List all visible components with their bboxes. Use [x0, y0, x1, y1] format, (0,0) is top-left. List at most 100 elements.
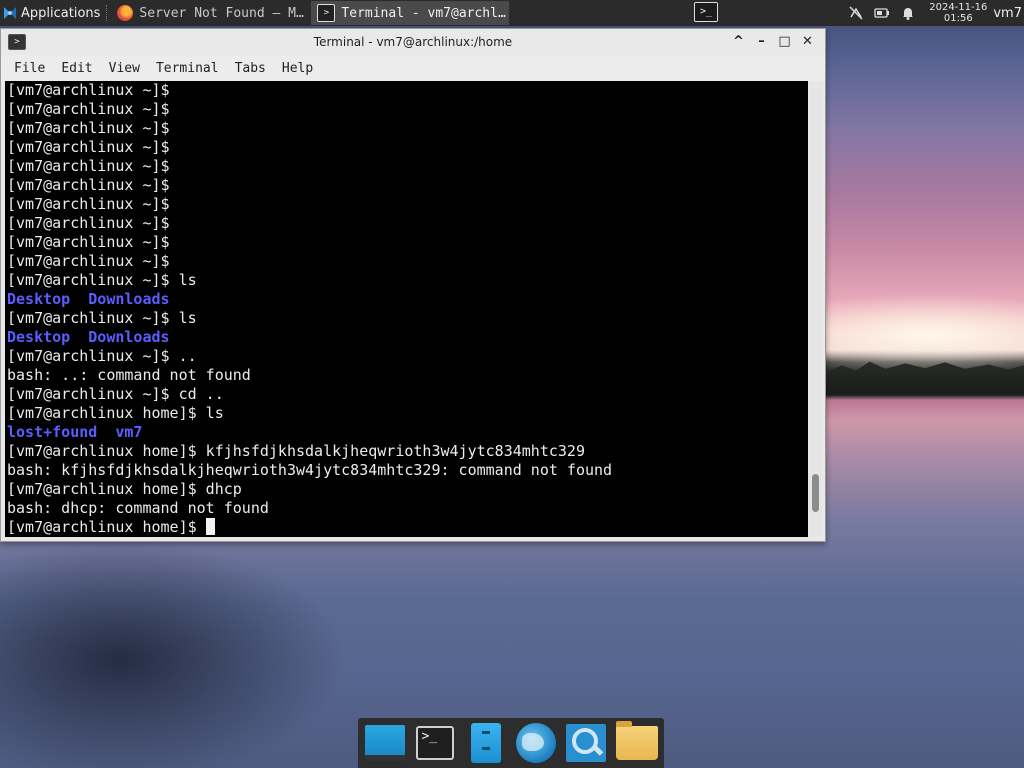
dock-folder[interactable]	[615, 721, 659, 765]
terminal-launcher-button[interactable]: >_	[692, 1, 720, 23]
directory-name: Downloads	[88, 290, 170, 308]
terminal-line: [vm7@archlinux ~]$	[7, 119, 808, 138]
task-label: Server Not Found — M…	[139, 5, 304, 21]
directory-name: Downloads	[88, 328, 170, 346]
terminal-line: [vm7@archlinux ~]$ cd ..	[7, 385, 808, 404]
app-finder-icon	[566, 724, 607, 762]
terminal-text: [vm7@archlinux home]$ ls	[7, 404, 224, 422]
terminal-line: lost+found vm7	[7, 423, 808, 442]
dock-show-desktop[interactable]	[363, 721, 407, 765]
terminal-text: [vm7@archlinux ~]$	[7, 233, 179, 251]
terminal-icon: >	[317, 4, 336, 22]
terminal-line: bash: kfjhsfdjkhsdalkjheqwrioth3w4jytc83…	[7, 461, 808, 480]
terminal-output[interactable]: [vm7@archlinux ~]$ [vm7@archlinux ~]$ [v…	[5, 81, 808, 537]
show-desktop-icon	[365, 725, 406, 761]
folder-icon	[615, 721, 658, 760]
top-panel: Applications Server Not Found — M… > Ter…	[0, 0, 1024, 26]
terminal-window: > Terminal - vm7@archlinux:/home ^ – □ ✕…	[0, 28, 826, 542]
dock-file-manager[interactable]	[464, 721, 508, 765]
clock-date: 2024-11-16	[929, 2, 988, 13]
terminal-scrollbar[interactable]	[809, 81, 823, 537]
dock: >_	[358, 718, 664, 768]
menu-bar: File Edit View Terminal Tabs Help	[1, 55, 825, 81]
directory-name: vm7	[115, 423, 143, 441]
terminal-text: [vm7@archlinux ~]$	[7, 252, 179, 270]
terminal-line: [vm7@archlinux ~]$ ls	[7, 309, 808, 328]
directory-name: Desktop	[7, 328, 71, 346]
scrollbar-thumb[interactable]	[812, 474, 819, 512]
menu-tabs[interactable]: Tabs	[227, 61, 274, 76]
terminal-line: [vm7@archlinux ~]$	[7, 214, 808, 233]
terminal-icon: >_	[416, 726, 455, 760]
user-menu[interactable]: vm7	[993, 6, 1022, 21]
clock-time: 01:56	[943, 13, 973, 24]
applications-label: Applications	[21, 5, 101, 21]
menu-file[interactable]: File	[6, 61, 53, 76]
wallpaper-reflection	[0, 540, 420, 768]
dock-terminal[interactable]: >_	[413, 721, 457, 765]
window-titlebar[interactable]: > Terminal - vm7@archlinux:/home ^ – □ ✕	[1, 29, 825, 55]
terminal-lines: [vm7@archlinux ~]$ [vm7@archlinux ~]$ [v…	[5, 81, 808, 537]
dock-app-finder[interactable]	[564, 721, 608, 765]
terminal-line: bash: dhcp: command not found	[7, 499, 808, 518]
terminal-text: [vm7@archlinux ~]$	[7, 100, 179, 118]
terminal-line: [vm7@archlinux ~]$	[7, 195, 808, 214]
terminal-line: [vm7@archlinux ~]$	[7, 100, 808, 119]
terminal-line: [vm7@archlinux ~]$	[7, 138, 808, 157]
terminal-text: [vm7@archlinux ~]$	[7, 214, 179, 232]
terminal-line: [vm7@archlinux home]$ kfjhsfdjkhsdalkjhe…	[7, 442, 808, 461]
terminal-text: [vm7@archlinux ~]$ ..	[7, 347, 197, 365]
window-title: Terminal - vm7@archlinux:/home	[313, 35, 513, 49]
directory-name: lost+found	[7, 423, 98, 441]
terminal-line: [vm7@archlinux home]$	[7, 518, 808, 537]
terminal-text: [vm7@archlinux ~]$	[7, 176, 179, 194]
terminal-line: [vm7@archlinux home]$ dhcp	[7, 480, 808, 499]
task-label: Terminal - vm7@archl…	[341, 5, 506, 21]
terminal-line: [vm7@archlinux ~]$	[7, 233, 808, 252]
close-button[interactable]: ✕	[796, 32, 819, 52]
clock[interactable]: 2024-11-16 01:56	[929, 2, 987, 24]
terminal-text: [vm7@archlinux home]$ dhcp	[7, 480, 242, 498]
terminal-line: [vm7@archlinux ~]$	[7, 252, 808, 271]
menu-help[interactable]: Help	[274, 61, 321, 76]
terminal-text: [vm7@archlinux ~]$	[7, 157, 179, 175]
terminal-text: [vm7@archlinux ~]$ cd ..	[7, 385, 224, 403]
window-controls: ^ – □ ✕	[727, 32, 819, 52]
terminal-line: [vm7@archlinux ~]$ ls	[7, 271, 808, 290]
battery-icon[interactable]	[874, 5, 890, 21]
terminal-line: Desktop Downloads	[7, 328, 808, 347]
dock-web-browser[interactable]	[514, 721, 558, 765]
terminal-text: [vm7@archlinux ~]$	[7, 119, 179, 137]
shade-button[interactable]: ^	[727, 32, 750, 52]
menu-view[interactable]: View	[101, 61, 148, 76]
terminal-text: bash: kfjhsfdjkhsdalkjheqwrioth3w4jytc83…	[7, 461, 613, 479]
firefox-icon	[117, 5, 134, 21]
minimize-button[interactable]: –	[750, 32, 773, 52]
task-terminal[interactable]: > Terminal - vm7@archl…	[311, 1, 510, 25]
terminal-text: bash: ..: command not found	[7, 366, 251, 384]
web-browser-icon	[516, 723, 557, 763]
maximize-button[interactable]: □	[773, 32, 796, 52]
terminal-line: Desktop Downloads	[7, 290, 808, 309]
applications-icon	[4, 7, 16, 19]
terminal-cursor	[205, 518, 215, 535]
terminal-text: bash: dhcp: command not found	[7, 499, 269, 517]
terminal-text: [vm7@archlinux ~]$	[7, 138, 179, 156]
menu-terminal[interactable]: Terminal	[148, 61, 227, 76]
notification-bell-icon[interactable]	[900, 5, 916, 21]
terminal-line: [vm7@archlinux ~]$	[7, 81, 808, 100]
task-firefox[interactable]: Server Not Found — M…	[111, 1, 311, 25]
terminal-icon: >_	[694, 2, 718, 22]
network-disconnected-icon[interactable]	[848, 5, 864, 21]
terminal-line: [vm7@archlinux ~]$ ..	[7, 347, 808, 366]
terminal-line: [vm7@archlinux ~]$	[7, 176, 808, 195]
terminal-text: [vm7@archlinux ~]$	[7, 81, 179, 99]
terminal-text: [vm7@archlinux ~]$ ls	[7, 309, 197, 327]
panel-separator	[106, 5, 109, 21]
menu-edit[interactable]: Edit	[53, 61, 100, 76]
terminal-text: [vm7@archlinux ~]$	[7, 195, 179, 213]
applications-menu-button[interactable]: Applications	[0, 0, 104, 26]
terminal-line: bash: ..: command not found	[7, 366, 808, 385]
